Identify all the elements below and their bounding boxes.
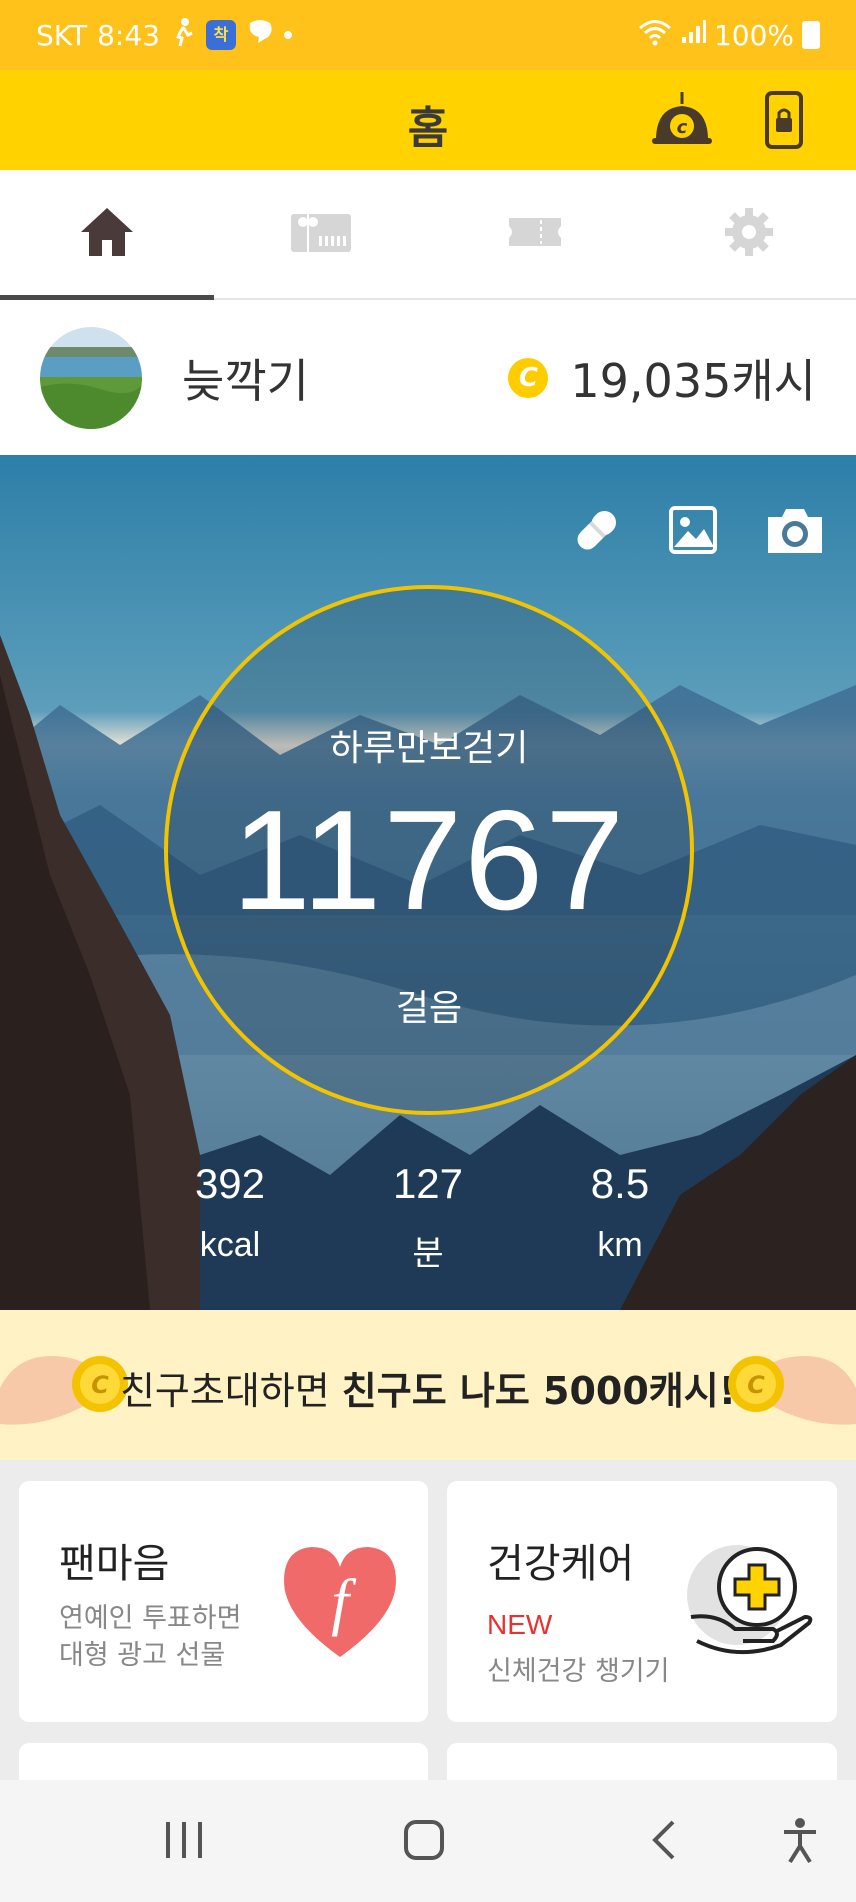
- home-button[interactable]: [392, 1810, 456, 1874]
- coin-icon: C: [508, 357, 549, 398]
- stat-unit: 분: [412, 1235, 444, 1273]
- back-chevron-icon: [649, 1818, 679, 1866]
- card-title: 팬마음: [59, 1541, 170, 1587]
- card-fan-maeum[interactable]: 팬마음 연예인 투표하면 대형 광고 선물 f: [19, 1481, 428, 1722]
- hero-toolbar: [570, 505, 826, 561]
- stat-value: 392: [194, 1160, 266, 1207]
- recent-apps-button[interactable]: [152, 1810, 216, 1874]
- page-title: 홈: [407, 103, 449, 154]
- home-square-icon: [402, 1818, 446, 1866]
- step-counter-ring[interactable]: 하루만보걷기 11767 걸음: [164, 585, 694, 1115]
- step-count: 11767: [231, 781, 627, 940]
- gallery-icon[interactable]: [668, 505, 718, 561]
- hand-coin-right-icon: C: [726, 1328, 856, 1452]
- status-bar: SKT 8:43 착 100%: [0, 0, 856, 70]
- stat-value: 8.5: [590, 1160, 650, 1207]
- app-header: 홈 c: [0, 70, 856, 170]
- cash-bot-icon[interactable]: c: [650, 88, 714, 152]
- svg-text:C: C: [747, 1371, 765, 1399]
- clock: 8:43: [97, 18, 160, 52]
- pedometer-hero: 하루만보걷기 11767 걸음 392 kcal 127 분 8.5 km: [0, 455, 856, 1310]
- card-subtitle-line1: 연예인 투표하면: [59, 1603, 242, 1634]
- stat-value: 127: [392, 1160, 464, 1207]
- accessibility-icon: [780, 1816, 820, 1868]
- battery-label: 100%: [713, 18, 794, 52]
- chat-notification-icon: [246, 19, 274, 52]
- tab-bar: [0, 170, 856, 300]
- banner-text-normal: 친구초대하면: [119, 1369, 342, 1413]
- gear-icon: [723, 206, 775, 262]
- camera-icon[interactable]: [764, 505, 826, 561]
- more-notifications-dot: [283, 31, 292, 39]
- card-title: 건강케어: [487, 1541, 635, 1587]
- card-health-care[interactable]: 건강케어 NEW 신체건강 챙기기: [447, 1481, 837, 1722]
- recent-apps-icon: [162, 1820, 206, 1864]
- stat-unit: kcal: [199, 1226, 261, 1264]
- back-button[interactable]: [632, 1810, 696, 1874]
- health-plus-hand-icon: [677, 1537, 817, 1671]
- walking-notification-icon: [170, 17, 196, 54]
- tab-gift-store[interactable]: [214, 170, 428, 298]
- banner-text-bold: 친구도 나도 5000캐시!: [341, 1369, 737, 1413]
- app-notification-badge: 착: [205, 20, 236, 50]
- stat-minutes: 127 분: [338, 1160, 518, 1275]
- pill-icon[interactable]: [570, 505, 622, 561]
- accessibility-button[interactable]: [768, 1810, 832, 1874]
- status-left: SKT 8:43 착: [36, 17, 292, 54]
- heart-f-icon: f: [278, 1541, 402, 1665]
- pedometer-label: 하루만보걷기: [329, 728, 529, 769]
- system-nav-bar: [0, 1780, 856, 1902]
- svg-text:c: c: [677, 117, 688, 138]
- new-badge: NEW: [487, 1609, 553, 1640]
- wifi-icon: [638, 18, 672, 53]
- tab-settings[interactable]: [642, 170, 856, 298]
- tab-ticket[interactable]: [428, 170, 642, 298]
- battery-icon: [802, 21, 820, 49]
- nickname: 늦깍기: [182, 353, 309, 408]
- status-right: 100%: [638, 18, 820, 53]
- invite-banner[interactable]: C 친구초대하면 친구도 나도 5000캐시! C: [0, 1310, 856, 1460]
- step-unit: 걸음: [395, 988, 463, 1029]
- cash-amount: 19,035캐시: [570, 353, 816, 408]
- card-subtitle-line2: 대형 광고 선물: [59, 1640, 226, 1671]
- stat-calories: 392 kcal: [140, 1160, 320, 1265]
- stat-unit: km: [597, 1226, 643, 1264]
- phone-lock-icon[interactable]: [752, 88, 816, 152]
- avatar[interactable]: [40, 326, 142, 429]
- carrier-label: SKT: [36, 18, 88, 52]
- home-icon: [79, 206, 135, 262]
- gift-store-icon: [289, 210, 353, 258]
- ticket-icon: [507, 212, 563, 256]
- card-subtitle-line1: 신체건강 챙기기: [487, 1656, 670, 1687]
- cash-balance[interactable]: C 19,035캐시: [508, 345, 816, 411]
- tab-home[interactable]: [0, 170, 214, 300]
- signal-icon: [680, 19, 706, 52]
- profile-row: 늦깍기 C 19,035캐시: [0, 300, 856, 455]
- stat-distance: 8.5 km: [530, 1160, 710, 1265]
